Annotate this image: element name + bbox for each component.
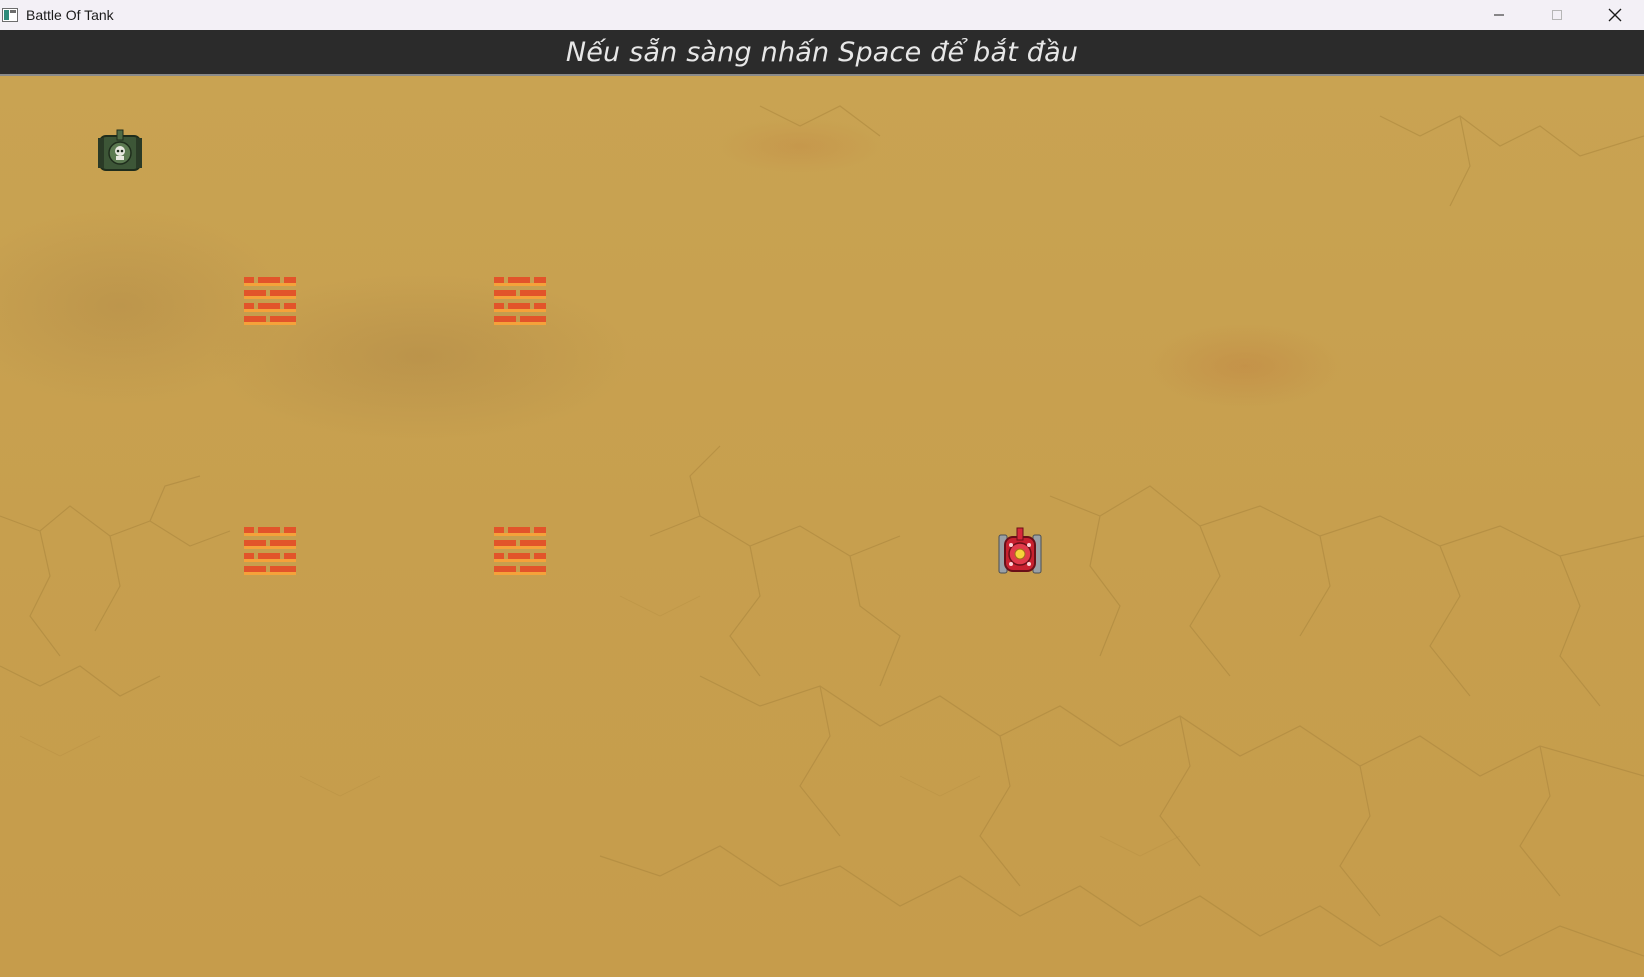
- minimize-icon: [1494, 14, 1504, 16]
- brick-wall-icon: [494, 277, 546, 325]
- window-controls: [1470, 0, 1644, 30]
- brick-wall: [244, 527, 296, 579]
- brick-wall-icon: [494, 527, 546, 575]
- close-button[interactable]: [1586, 0, 1644, 30]
- app-icon: [2, 8, 18, 22]
- brick-wall: [494, 277, 546, 329]
- start-prompt-text: Nếu sẵn sàng nhấn Space để bắt đầu: [565, 36, 1079, 68]
- brick-wall-icon: [244, 527, 296, 575]
- enemy-tank: [94, 126, 146, 178]
- brick-wall: [494, 527, 546, 579]
- brick-wall-icon: [244, 277, 296, 325]
- window-titlebar: Battle Of Tank: [0, 0, 1644, 30]
- maximize-button[interactable]: [1528, 0, 1586, 30]
- maximize-icon: [1552, 10, 1562, 20]
- brick-wall: [244, 277, 296, 329]
- player-tank: [994, 527, 1046, 579]
- enemy-tank-icon: [98, 129, 142, 171]
- window-title: Battle Of Tank: [26, 7, 114, 23]
- player-tank-icon: [998, 527, 1042, 574]
- status-banner: Nếu sẵn sàng nhấn Space để bắt đầu: [0, 30, 1644, 76]
- game-field[interactable]: [0, 76, 1644, 977]
- minimize-button[interactable]: [1470, 0, 1528, 30]
- close-icon: [1608, 8, 1622, 22]
